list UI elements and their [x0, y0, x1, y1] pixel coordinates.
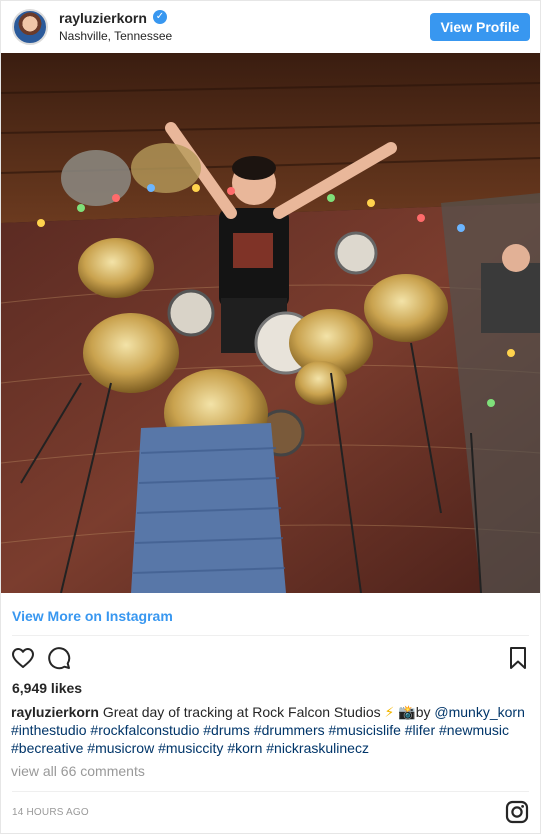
mention-link[interactable]: @munky_korn: [434, 704, 524, 720]
hashtag-link[interactable]: #nickraskulinecz: [266, 740, 369, 756]
comment-icon[interactable]: [47, 646, 71, 670]
post-photo[interactable]: [1, 53, 540, 593]
post-timestamp: 14 HOURS AGO: [12, 807, 89, 818]
hashtag-link[interactable]: #musicrow: [87, 740, 154, 756]
divider: [12, 635, 529, 636]
hashtag-link[interactable]: #korn: [227, 740, 262, 756]
hashtag-link[interactable]: #drums: [203, 722, 250, 738]
location[interactable]: Nashville, Tennessee: [59, 29, 172, 43]
hashtag-link[interactable]: #newmusic: [439, 722, 509, 738]
username[interactable]: rayluzierkorn: [59, 10, 147, 26]
caption: rayluzierkorn Great day of tracking at R…: [11, 703, 531, 757]
drummer-photo-image: [1, 53, 540, 593]
lightning-emoji-icon: ⚡: [384, 704, 395, 720]
camera-emoji-icon: 📸: [398, 704, 416, 720]
post-header: rayluzierkorn ✓ Nashville, Tennessee Vie…: [1, 1, 540, 53]
caption-username[interactable]: rayluzierkorn: [11, 704, 99, 720]
hashtag-link[interactable]: #musicislife: [329, 722, 401, 738]
hashtag-link[interactable]: #musiccity: [158, 740, 223, 756]
hashtag-link[interactable]: #lifer: [405, 722, 435, 738]
avatar[interactable]: [12, 9, 48, 45]
instagram-embed-card: rayluzierkorn ✓ Nashville, Tennessee Vie…: [0, 0, 541, 834]
divider: [12, 791, 529, 792]
hashtag-link[interactable]: #becreative: [11, 740, 83, 756]
likes-count[interactable]: 6,949 likes: [12, 680, 82, 696]
view-all-comments-link[interactable]: view all 66 comments: [11, 763, 145, 779]
instagram-logo-icon[interactable]: [505, 800, 529, 824]
caption-by: by: [415, 704, 431, 720]
hashtag-link[interactable]: #inthestudio: [11, 722, 87, 738]
verified-badge-icon: ✓: [153, 10, 167, 24]
bookmark-icon[interactable]: [506, 646, 530, 670]
heart-icon[interactable]: [11, 646, 35, 670]
caption-text: Great day of tracking at Rock Falcon Stu…: [102, 704, 381, 720]
view-more-on-instagram-link[interactable]: View More on Instagram: [12, 608, 173, 624]
view-profile-button[interactable]: View Profile: [430, 13, 530, 41]
hashtag-link[interactable]: #drummers: [254, 722, 325, 738]
hashtag-link[interactable]: #rockfalconstudio: [90, 722, 199, 738]
